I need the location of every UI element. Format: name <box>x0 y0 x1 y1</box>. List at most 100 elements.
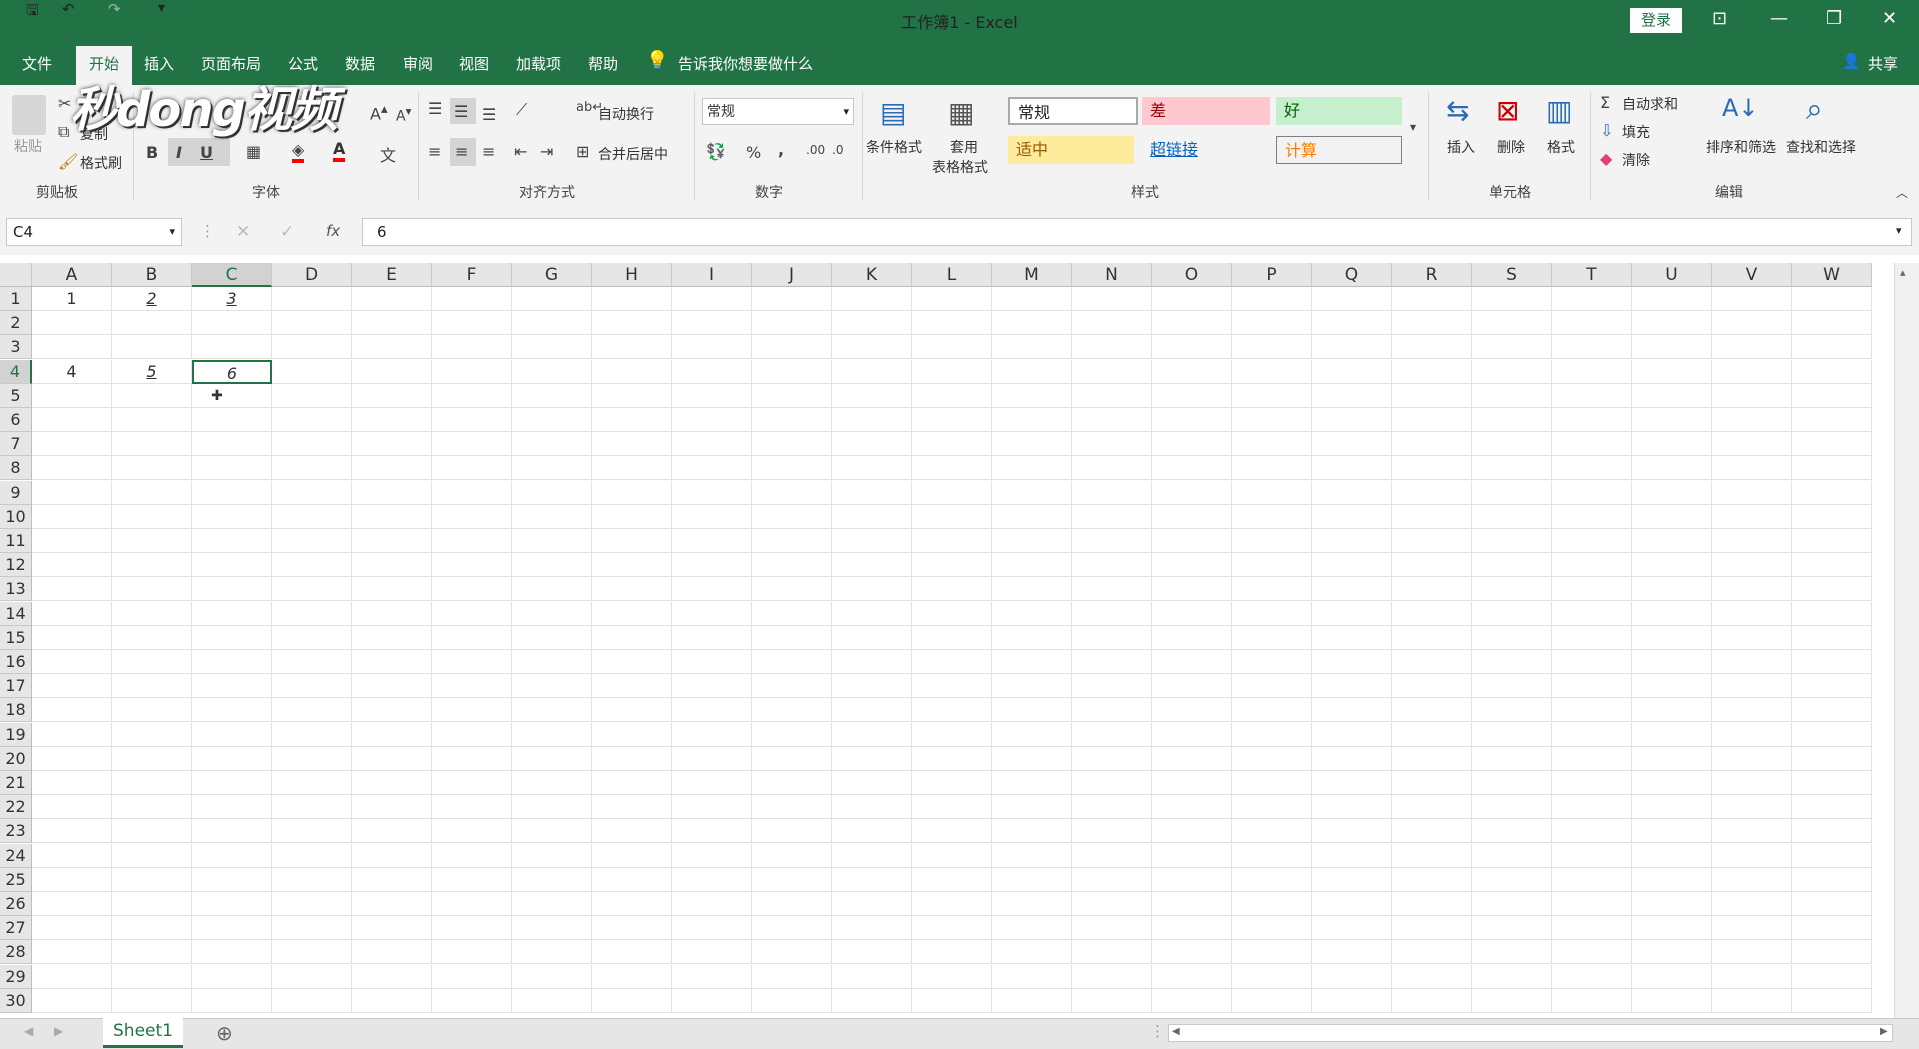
cell-v16[interactable] <box>1712 650 1792 674</box>
cell-o18[interactable] <box>1152 698 1232 723</box>
cell-a18[interactable] <box>32 698 112 723</box>
cell-j13[interactable] <box>752 577 832 602</box>
cell-g13[interactable] <box>512 577 592 602</box>
cell-e11[interactable] <box>352 529 432 553</box>
cell-r28[interactable] <box>1392 940 1472 965</box>
cell-v15[interactable] <box>1712 625 1792 650</box>
cell-o9[interactable] <box>1152 480 1232 505</box>
cell-w19[interactable] <box>1792 722 1872 747</box>
cell-j21[interactable] <box>752 771 832 795</box>
cell-i28[interactable] <box>672 940 752 965</box>
cell-m21[interactable] <box>992 771 1072 795</box>
fill-button[interactable]: 填充 <box>1622 122 1650 142</box>
sort-filter-icon[interactable]: A↓ <box>1722 94 1759 122</box>
cell-p19[interactable] <box>1232 722 1312 747</box>
cell-j10[interactable] <box>752 504 832 529</box>
cell-f18[interactable] <box>432 698 512 723</box>
align-bottom-icon[interactable]: ☰ <box>482 105 496 124</box>
cell-g25[interactable] <box>512 867 592 892</box>
cell-r29[interactable] <box>1392 964 1472 989</box>
cell-p26[interactable] <box>1232 892 1312 916</box>
cell-h1[interactable] <box>592 287 672 311</box>
cell-w15[interactable] <box>1792 625 1872 650</box>
cell-f30[interactable] <box>432 988 512 1013</box>
cell-b20[interactable] <box>112 746 192 771</box>
cell-s12[interactable] <box>1472 553 1552 578</box>
cell-w13[interactable] <box>1792 577 1872 602</box>
cell-a15[interactable] <box>32 625 112 650</box>
cell-l27[interactable] <box>912 916 992 941</box>
cell-j12[interactable] <box>752 553 832 578</box>
cell-v9[interactable] <box>1712 480 1792 505</box>
cell-i22[interactable] <box>672 795 752 820</box>
cell-u14[interactable] <box>1632 601 1712 626</box>
cell-i4[interactable] <box>672 359 752 384</box>
cell-j3[interactable] <box>752 335 832 360</box>
cell-t20[interactable] <box>1552 746 1632 771</box>
cell-c21[interactable] <box>192 771 272 795</box>
cell-t2[interactable] <box>1552 311 1632 336</box>
cell-w2[interactable] <box>1792 311 1872 336</box>
cell-b13[interactable] <box>112 577 192 602</box>
cell-r14[interactable] <box>1392 601 1472 626</box>
cell-f28[interactable] <box>432 940 512 965</box>
cell-e7[interactable] <box>352 432 432 457</box>
cell-b19[interactable] <box>112 722 192 747</box>
cell-g21[interactable] <box>512 771 592 795</box>
cell-s26[interactable] <box>1472 892 1552 916</box>
cell-g8[interactable] <box>512 456 592 481</box>
cell-f17[interactable] <box>432 674 512 699</box>
cell-w7[interactable] <box>1792 432 1872 457</box>
cell-v4[interactable] <box>1712 359 1792 384</box>
cell-j2[interactable] <box>752 311 832 336</box>
cell-h23[interactable] <box>592 819 672 844</box>
cell-m10[interactable] <box>992 504 1072 529</box>
cell-r22[interactable] <box>1392 795 1472 820</box>
cell-h15[interactable] <box>592 625 672 650</box>
cell-t9[interactable] <box>1552 480 1632 505</box>
cell-j5[interactable] <box>752 383 832 408</box>
conditional-formatting-button[interactable]: 条件格式 <box>866 137 922 157</box>
cell-a11[interactable] <box>32 529 112 553</box>
cell-s21[interactable] <box>1472 771 1552 795</box>
cell-k21[interactable] <box>832 771 912 795</box>
column-header-p[interactable]: P <box>1232 263 1312 287</box>
cell-d14[interactable] <box>272 601 352 626</box>
cell-g27[interactable] <box>512 916 592 941</box>
cell-a28[interactable] <box>32 940 112 965</box>
cell-o24[interactable] <box>1152 843 1232 868</box>
format-as-table-line2[interactable]: 表格格式 <box>932 157 988 177</box>
format-painter-icon[interactable]: 🖌 <box>58 152 78 171</box>
cell-s20[interactable] <box>1472 746 1552 771</box>
cell-q29[interactable] <box>1312 964 1392 989</box>
cell-o12[interactable] <box>1152 553 1232 578</box>
cell-u23[interactable] <box>1632 819 1712 844</box>
cell-i26[interactable] <box>672 892 752 916</box>
cell-n25[interactable] <box>1072 867 1152 892</box>
cell-p27[interactable] <box>1232 916 1312 941</box>
sheet-tab-sheet1[interactable]: Sheet1 <box>103 1018 183 1048</box>
cell-s17[interactable] <box>1472 674 1552 699</box>
cell-g22[interactable] <box>512 795 592 820</box>
cell-n22[interactable] <box>1072 795 1152 820</box>
cell-k22[interactable] <box>832 795 912 820</box>
cell-c8[interactable] <box>192 456 272 481</box>
cell-m8[interactable] <box>992 456 1072 481</box>
cell-o1[interactable] <box>1152 287 1232 311</box>
cancel-icon[interactable]: ✕ <box>236 222 250 242</box>
cell-t29[interactable] <box>1552 964 1632 989</box>
cell-q19[interactable] <box>1312 722 1392 747</box>
cell-r13[interactable] <box>1392 577 1472 602</box>
row-header-6[interactable]: 6 <box>0 408 32 432</box>
cell-e17[interactable] <box>352 674 432 699</box>
cell-o15[interactable] <box>1152 625 1232 650</box>
cell-o7[interactable] <box>1152 432 1232 457</box>
cell-d13[interactable] <box>272 577 352 602</box>
cell-s28[interactable] <box>1472 940 1552 965</box>
column-header-i[interactable]: I <box>672 263 752 287</box>
cell-q28[interactable] <box>1312 940 1392 965</box>
cell-p16[interactable] <box>1232 650 1312 674</box>
row-header-16[interactable]: 16 <box>0 650 32 674</box>
cell-h28[interactable] <box>592 940 672 965</box>
cell-v12[interactable] <box>1712 553 1792 578</box>
